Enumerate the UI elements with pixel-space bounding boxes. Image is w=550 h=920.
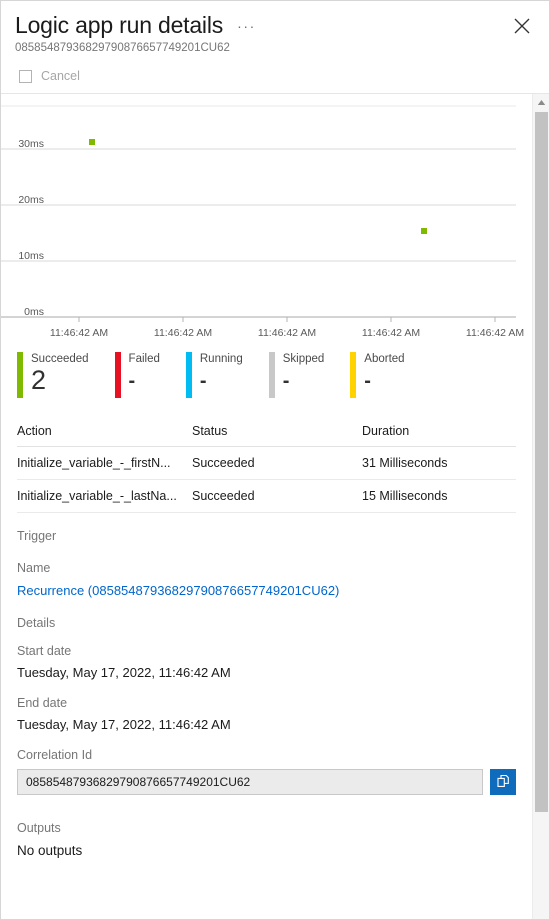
x-tick-3: 11:46:42 AM bbox=[362, 327, 420, 339]
table-row[interactable]: Initialize_variable_-_lastNa... Succeede… bbox=[17, 480, 516, 513]
cell-action: Initialize_variable_-_lastNa... bbox=[17, 489, 177, 503]
status-tile-value: 2 bbox=[31, 365, 47, 395]
x-tick-2: 11:46:42 AM bbox=[258, 327, 316, 339]
run-id-subtitle: 08585487936829790876657749201CU62 bbox=[15, 42, 230, 54]
status-tile-value: - bbox=[128, 370, 136, 392]
vertical-scrollbar[interactable] bbox=[532, 94, 549, 919]
y-tick-10ms: 10ms bbox=[18, 250, 44, 262]
chart-gridlines bbox=[1, 105, 516, 318]
x-tick-4: 11:46:42 AM bbox=[466, 327, 524, 339]
status-tile-skipped: Skipped - bbox=[268, 352, 325, 410]
status-tile-value: - bbox=[282, 370, 290, 392]
cell-status: Succeeded bbox=[192, 489, 255, 503]
copy-button[interactable] bbox=[490, 769, 516, 795]
scrollbar-thumb[interactable] bbox=[535, 112, 548, 812]
status-tile-value: - bbox=[199, 370, 207, 392]
y-tick-20ms: 20ms bbox=[18, 194, 44, 206]
x-tick-1: 11:46:42 AM bbox=[154, 327, 212, 339]
title-row: Logic app run details ··· bbox=[15, 11, 535, 39]
status-tile-failed: Failed - bbox=[114, 352, 160, 410]
duration-scatter-chart: 30ms 20ms 10ms 0ms 11:46:42 AM 11:46:42 … bbox=[1, 94, 532, 346]
data-point[interactable] bbox=[89, 139, 95, 145]
cell-duration: 15 Milliseconds bbox=[362, 489, 448, 503]
column-header-status[interactable]: Status bbox=[192, 424, 362, 438]
y-tick-30ms: 30ms bbox=[18, 138, 44, 150]
x-tick-0: 11:46:42 AM bbox=[50, 327, 108, 339]
scroll-up-icon[interactable] bbox=[533, 94, 549, 111]
chart-x-tick-labels: 11:46:42 AM 11:46:42 AM 11:46:42 AM 11:4… bbox=[50, 327, 524, 339]
correlation-id-label: Correlation Id bbox=[17, 748, 93, 762]
actions-table: Action Status Duration Initialize_variab… bbox=[1, 416, 532, 513]
start-date-field: Start date Tuesday, May 17, 2022, 11:46:… bbox=[17, 644, 516, 680]
data-point[interactable] bbox=[421, 228, 427, 234]
command-bar: Cancel bbox=[1, 59, 549, 94]
trigger-name-link[interactable]: Recurrence (0858548793682979087665774920… bbox=[17, 583, 339, 598]
outputs-value: No outputs bbox=[17, 843, 83, 858]
chart-data-points bbox=[89, 139, 427, 234]
status-tile-running: Running - bbox=[185, 352, 243, 410]
status-tile-label: Running bbox=[199, 353, 243, 365]
column-header-action[interactable]: Action bbox=[17, 424, 192, 438]
outputs-label: Outputs bbox=[17, 821, 61, 835]
status-tile-succeeded: Succeeded 2 bbox=[17, 352, 89, 410]
status-tile-label: Skipped bbox=[282, 353, 325, 365]
status-tile-aborted: Aborted - bbox=[350, 352, 405, 410]
correlation-id-input[interactable] bbox=[17, 769, 483, 795]
trigger-details-label: Details bbox=[17, 616, 56, 630]
chart-svg: 30ms 20ms 10ms 0ms 11:46:42 AM 11:46:42 … bbox=[1, 105, 524, 339]
close-icon[interactable] bbox=[511, 15, 533, 37]
cancel-icon bbox=[19, 69, 32, 83]
end-date-field: End date Tuesday, May 17, 2022, 11:46:42… bbox=[17, 696, 516, 732]
blade-header: Logic app run details ··· 08585487936829… bbox=[1, 1, 549, 59]
cancel-button[interactable]: Cancel bbox=[15, 66, 84, 86]
start-date-value: Tuesday, May 17, 2022, 11:46:42 AM bbox=[17, 665, 231, 680]
correlation-id-field: Correlation Id bbox=[17, 748, 516, 795]
correlation-id-row bbox=[17, 769, 516, 795]
status-tiles: Succeeded 2 Failed - Running - Skipped -… bbox=[1, 346, 532, 410]
more-options-icon[interactable]: ··· bbox=[237, 19, 256, 33]
scroll-content: 30ms 20ms 10ms 0ms 11:46:42 AM 11:46:42 … bbox=[1, 94, 532, 919]
trigger-section-title: Trigger bbox=[17, 529, 57, 543]
page-title: Logic app run details bbox=[15, 12, 224, 38]
table-row[interactable]: Initialize_variable_-_firstN... Succeede… bbox=[17, 447, 516, 480]
table-header-row: Action Status Duration bbox=[17, 416, 516, 447]
chart-x-ticks bbox=[78, 317, 496, 322]
logic-app-run-details-blade: Logic app run details ··· 08585487936829… bbox=[0, 0, 550, 920]
cell-action: Initialize_variable_-_firstN... bbox=[17, 456, 171, 470]
content-wrapper: 30ms 20ms 10ms 0ms 11:46:42 AM 11:46:42 … bbox=[1, 94, 549, 919]
outputs-block: Outputs No outputs bbox=[17, 821, 516, 858]
status-tile-label: Succeeded bbox=[31, 353, 89, 365]
start-date-label: Start date bbox=[17, 644, 72, 658]
status-tile-label: Failed bbox=[128, 353, 160, 365]
column-header-duration[interactable]: Duration bbox=[362, 424, 516, 438]
cell-duration: 31 Milliseconds bbox=[362, 456, 448, 470]
trigger-name-field: Name Recurrence (08585487936829790876657… bbox=[17, 561, 516, 600]
y-tick-0ms: 0ms bbox=[24, 306, 44, 318]
copy-icon bbox=[496, 774, 510, 791]
end-date-label: End date bbox=[17, 696, 68, 710]
status-tile-value: - bbox=[364, 370, 371, 392]
end-date-value: Tuesday, May 17, 2022, 11:46:42 AM bbox=[17, 717, 231, 732]
chart-y-tick-labels: 30ms 20ms 10ms 0ms bbox=[18, 138, 44, 318]
status-tile-label: Aborted bbox=[364, 353, 405, 365]
trigger-name-label: Name bbox=[17, 561, 51, 575]
trigger-details: Trigger Name Recurrence (085854879368297… bbox=[1, 513, 532, 858]
cancel-button-label: Cancel bbox=[41, 69, 80, 83]
cell-status: Succeeded bbox=[192, 456, 255, 470]
